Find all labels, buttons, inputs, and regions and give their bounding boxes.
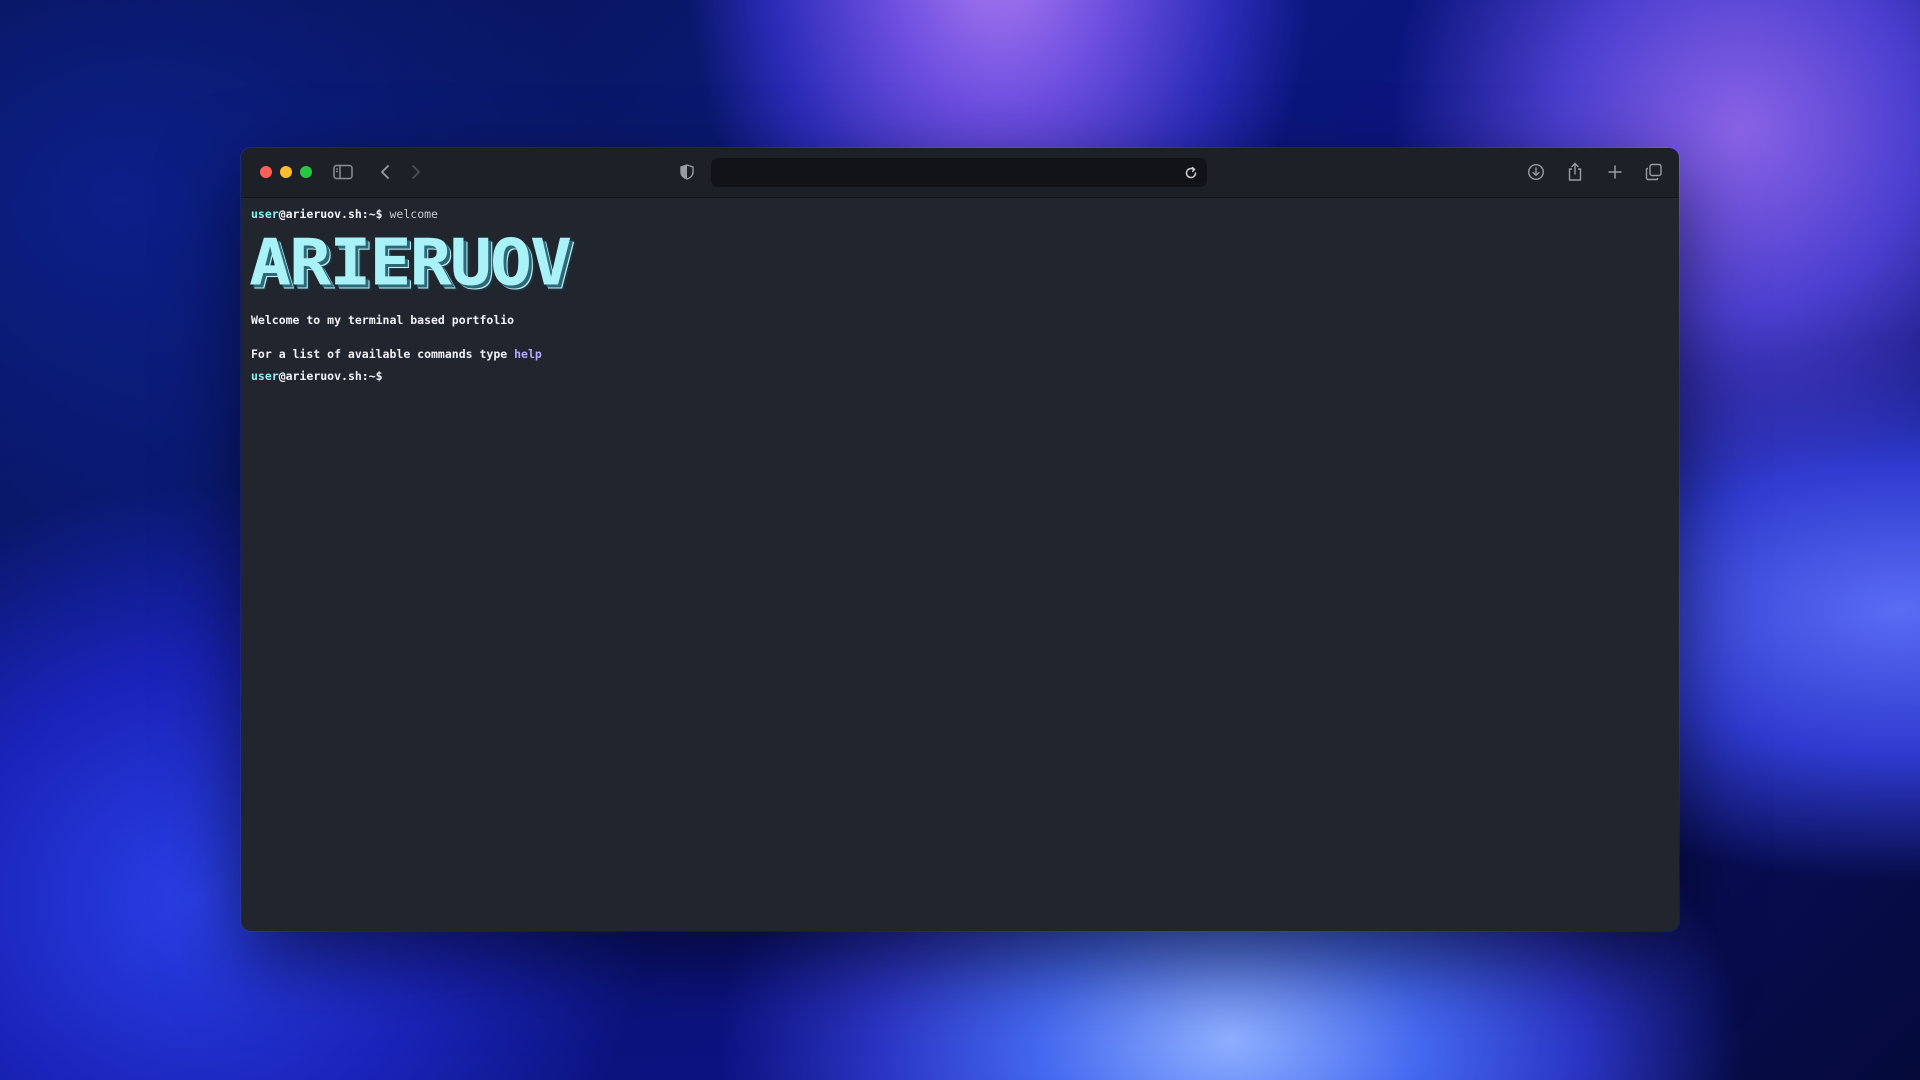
command-line: user@arieruov.sh:~$ welcome xyxy=(251,206,1669,222)
shield-icon[interactable] xyxy=(675,160,699,184)
reload-icon[interactable] xyxy=(1181,163,1201,183)
close-window-button[interactable] xyxy=(260,166,272,178)
help-hint-text: For a list of available commands type xyxy=(251,347,515,361)
entered-command: welcome xyxy=(389,207,438,221)
terminal-output[interactable]: user@arieruov.sh:~$ welcome ARIERUOV Wel… xyxy=(249,206,1669,921)
address-bar[interactable] xyxy=(711,158,1207,187)
sidebar-icon[interactable] xyxy=(331,160,355,184)
prompt-host: @arieruov.sh:~$ xyxy=(278,207,383,221)
minimize-window-button[interactable] xyxy=(280,166,292,178)
forward-icon[interactable] xyxy=(404,160,428,184)
url-input[interactable] xyxy=(723,162,1167,184)
tabs-overview-icon[interactable] xyxy=(1642,160,1666,184)
banner-title: ARIERUOV xyxy=(249,224,572,301)
new-tab-icon[interactable] xyxy=(1603,160,1627,184)
active-prompt[interactable]: user@arieruov.sh:~$ xyxy=(251,368,1669,384)
zoom-window-button[interactable] xyxy=(300,166,312,178)
help-hint: For a list of available commands type he… xyxy=(251,346,1669,362)
share-icon[interactable] xyxy=(1563,160,1587,184)
ascii-banner: ARIERUOV xyxy=(249,224,1669,301)
welcome-message: Welcome to my terminal based portfolio xyxy=(251,313,515,327)
prompt-user: user xyxy=(251,369,279,383)
prompt-host: @arieruov.sh:~$ xyxy=(278,369,383,383)
browser-toolbar xyxy=(241,148,1679,198)
download-icon[interactable] xyxy=(1524,160,1548,184)
help-keyword: help xyxy=(514,347,542,361)
prompt-user: user xyxy=(251,207,279,221)
back-icon[interactable] xyxy=(373,160,397,184)
browser-window: user@arieruov.sh:~$ welcome ARIERUOV Wel… xyxy=(241,148,1679,931)
